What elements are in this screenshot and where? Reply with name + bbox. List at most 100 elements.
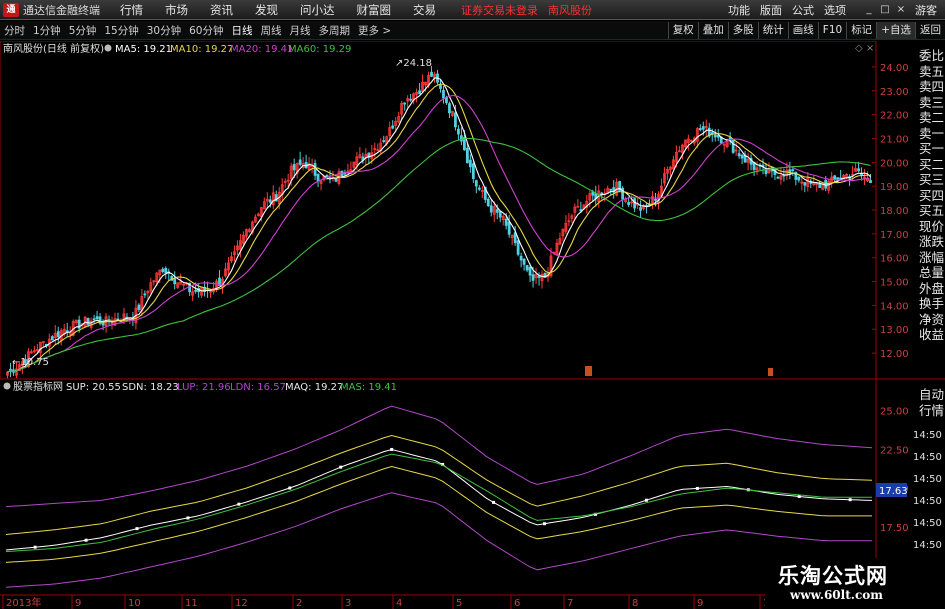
side-tab-sell1[interactable]: 卖一 [918,126,945,142]
stats-button[interactable]: 统计 [757,21,788,39]
multi-stock-button[interactable]: 多股 [727,21,758,39]
x-tick-label: 9 [75,598,81,609]
draw-line-button[interactable]: 画线 [787,21,818,39]
candle-body [528,266,532,276]
side-tab-auto[interactable]: 自动 [918,387,945,403]
side-tab-buy2[interactable]: 买二 [918,157,945,173]
quote-side-tabs: 委比 卖五 卖四 卖三 卖二 卖一 买一 买二 买三 买四 买五 现价 涨跌 涨… [918,48,945,343]
fuquan-button[interactable]: 复权 [667,21,698,39]
close-icon[interactable]: × [893,4,909,15]
side-tab-turnover[interactable]: 换手 [918,296,945,312]
pane-options-icon[interactable]: ◇ × [855,43,874,54]
guest-label[interactable]: 游客 [915,2,937,18]
side-tab-sell3[interactable]: 卖三 [918,95,945,111]
indicator-y-tick-label: 17.50 [880,523,909,534]
side-tab-net-asset[interactable]: 净资 [918,312,945,328]
candle-body [818,183,822,188]
legend-ldn: LDN: 16.57 [230,382,286,393]
y-tick-label: 17.00 [880,230,909,241]
period-weekly[interactable]: 周线 [261,23,282,38]
add-favorite-button[interactable]: +自选 [876,21,915,39]
period-daily[interactable]: 日线 [232,23,253,38]
period-5min[interactable]: 5分钟 [69,23,97,38]
menu-gongneng[interactable]: 功能 [728,2,750,18]
menu-wenxiaoda[interactable]: 问小达 [300,2,335,18]
candle-body [698,128,702,131]
period-15min[interactable]: 15分钟 [104,23,138,38]
candle-body [486,198,490,207]
ma10-line [7,83,871,373]
x-tick-label: 2 [296,598,302,609]
candle-body [143,293,147,296]
overlay-button[interactable]: 叠加 [697,21,728,39]
period-1min[interactable]: 1分钟 [33,23,61,38]
kline-chart[interactable]: 南风股份(日线 前复权) MA5: 19.21 MA10: 19.27 MA20… [0,41,945,609]
side-tab-volume[interactable]: 总量 [918,265,945,281]
side-tab-buy5[interactable]: 买五 [918,203,945,219]
app-logo-icon: 通 [3,2,19,17]
menu-gongshi[interactable]: 公式 [792,2,814,18]
menu-zixun[interactable]: 资讯 [210,2,233,18]
event-marker[interactable] [585,366,592,376]
side-tab-change[interactable]: 涨跌 [918,234,945,250]
menu-caifuquan[interactable]: 财富圈 [357,2,392,18]
y-tick-label: 23.00 [880,87,909,98]
candle-body [498,211,502,218]
side-tab-buy1[interactable]: 买一 [918,141,945,157]
candle-body [731,140,735,153]
trade-login-notice[interactable]: 证券交易未登录 [461,2,538,18]
side-tab-price[interactable]: 现价 [918,219,945,235]
settings-gear-icon[interactable] [104,44,112,52]
x-tick-label: 6 [514,598,520,609]
toolbar-right: 复权 叠加 多股 统计 画线 F10 标记 +自选 返回 [667,21,945,39]
candle-body [713,134,717,138]
side-tab-weibi[interactable]: 委比 [918,48,945,64]
period-30min[interactable]: 30分钟 [147,23,181,38]
period-more[interactable]: 更多 > [358,23,391,38]
back-button[interactable]: 返回 [915,21,945,39]
menu-shichang[interactable]: 市场 [165,2,188,18]
event-marker-2[interactable] [768,368,773,376]
menu-hangqing[interactable]: 行情 [120,2,143,18]
indicator-right-label: 14:50 [913,518,942,529]
candle-body [92,318,96,321]
menu-xuanxiang[interactable]: 选项 [824,2,846,18]
indicator-gear-icon[interactable] [3,382,11,390]
minimize-icon[interactable]: _ [861,4,877,15]
maq-dot [492,500,496,504]
mark-button[interactable]: 标记 [846,21,876,39]
y-tick-label: 22.00 [880,111,909,122]
candle-body [95,316,99,320]
period-monthly[interactable]: 月线 [290,23,311,38]
period-60min[interactable]: 60分钟 [189,23,223,38]
x-tick-label: 2013年 [6,596,41,609]
period-fenshi[interactable]: 分时 [4,23,25,38]
candle-body [391,125,395,129]
side-tab-outer[interactable]: 外盘 [918,281,945,297]
menu-banmian[interactable]: 版面 [760,2,782,18]
side-tab-sell4[interactable]: 卖四 [918,79,945,95]
legend-lup: LUP: 21.96 [177,382,231,393]
side-tab-quote[interactable]: 行情 [918,403,945,419]
side-tab-earnings[interactable]: 收益 [918,327,945,343]
maximize-icon[interactable]: □ [877,4,893,15]
main-chart-frame [0,41,877,380]
menu-faxian[interactable]: 发现 [255,2,278,18]
candle-body [194,289,198,292]
period-multi[interactable]: 多周期 [319,23,351,38]
side-tab-change-pct[interactable]: 涨幅 [918,250,945,266]
side-tab-buy3[interactable]: 买三 [918,172,945,188]
menu-jiaoyi[interactable]: 交易 [413,2,436,18]
candle-body [797,176,801,181]
candle-body [409,98,413,101]
candle-body [298,159,302,165]
current-stock-name: 南风股份 [548,3,592,17]
side-tab-buy4[interactable]: 买四 [918,188,945,204]
candle-body [833,175,837,180]
candle-body [776,176,780,179]
side-tab-sell5[interactable]: 卖五 [918,64,945,80]
indicator-y-tick-label: 22.50 [880,445,909,456]
f10-button[interactable]: F10 [817,21,846,39]
side-tab-sell2[interactable]: 卖二 [918,110,945,126]
candle-body [465,147,469,164]
